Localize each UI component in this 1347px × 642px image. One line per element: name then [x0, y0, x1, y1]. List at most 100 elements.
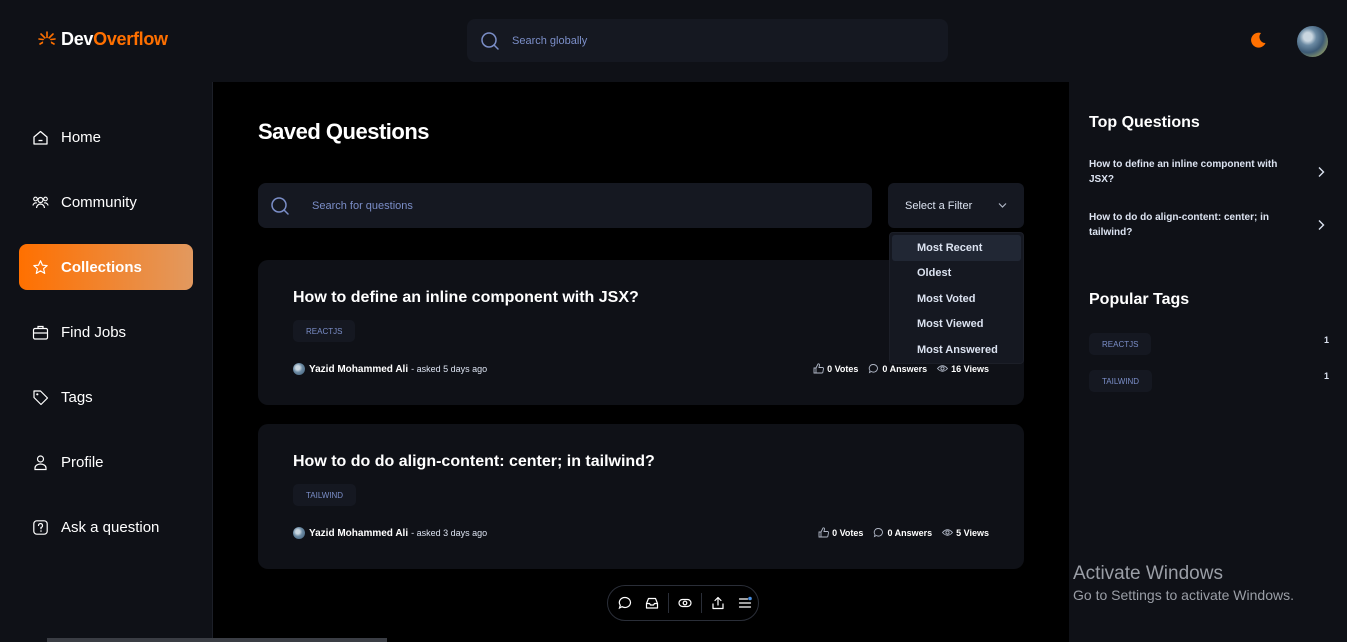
chevron-right-icon[interactable]	[1317, 166, 1325, 178]
filter-option-most-voted[interactable]: Most Voted	[892, 286, 1021, 312]
author-avatar	[293, 527, 305, 539]
logo[interactable]: DevOverflow	[37, 29, 168, 50]
sidebar-item-label: Community	[61, 193, 137, 211]
question-title[interactable]: How to do do align-content: center; in t…	[293, 453, 655, 471]
filter-option-most-answered[interactable]: Most Answered	[892, 337, 1021, 363]
watermark-title: Activate Windows	[1073, 563, 1223, 584]
filter-select[interactable]: Select a Filter	[888, 183, 1024, 228]
views-stat: 5 Views	[942, 527, 989, 538]
sidebar-item-label: Tags	[61, 388, 93, 406]
message-icon	[869, 364, 879, 374]
toolbar-divider	[701, 593, 702, 613]
question-tag[interactable]: TAILWIND	[293, 484, 357, 506]
author-name: Yazid Mohammed Ali	[309, 363, 409, 375]
logo-text: DevOverflow	[61, 29, 168, 50]
search-icon	[271, 196, 289, 215]
question-search-placeholder: Search for questions	[312, 199, 413, 212]
inbox-icon[interactable]	[645, 596, 659, 610]
views-count: 5 Views	[956, 527, 989, 538]
author-avatar	[293, 363, 305, 375]
home-icon	[33, 130, 48, 145]
filter-select-label: Select a Filter	[905, 199, 973, 212]
sidebar-item-label: Home	[61, 128, 102, 146]
sidebar-item-find-jobs[interactable]: Find Jobs	[19, 309, 193, 355]
sidebar-item-label: Ask a question	[61, 518, 160, 536]
toolbar-divider	[668, 593, 669, 613]
chevron-right-icon[interactable]	[1317, 219, 1325, 231]
views-count: 16 Views	[951, 363, 989, 374]
question-author[interactable]: Yazid Mohammed Ali - asked 5 days ago	[293, 363, 487, 375]
votes-stat: 0 Votes	[818, 527, 863, 538]
user-icon	[34, 454, 47, 470]
filter-dropdown-menu: Most Recent Oldest Most Voted Most Viewe…	[889, 232, 1024, 364]
eye-icon	[937, 365, 949, 372]
left-sidebar: Home Community Collections Find Jobs Tag…	[0, 82, 213, 642]
question-stats: 0 Votes 0 Answers 5 Views	[818, 527, 989, 538]
sidebar-item-ask-question[interactable]: Ask a question	[19, 504, 193, 550]
taskbar-edge	[47, 638, 387, 642]
question-title[interactable]: How to define an inline component with J…	[293, 289, 639, 307]
sidebar-item-profile[interactable]: Profile	[19, 439, 193, 485]
top-question-link[interactable]: How to do do align-content: center; in t…	[1089, 210, 1289, 240]
asked-time: - asked 3 days ago	[411, 528, 488, 538]
user-avatar[interactable]	[1297, 26, 1328, 57]
toggle-icon[interactable]	[678, 596, 692, 610]
page-title: Saved Questions	[258, 119, 430, 144]
author-name: Yazid Mohammed Ali	[309, 527, 409, 539]
eye-icon	[942, 529, 954, 536]
sidebar-item-label: Find Jobs	[61, 323, 127, 341]
popular-tag-count: 1	[1324, 335, 1330, 345]
question-card[interactable]: How to do do align-content: center; in t…	[258, 424, 1024, 569]
chevron-down-icon	[998, 203, 1007, 208]
thumbs-up-icon	[818, 527, 830, 538]
share-icon[interactable]	[711, 596, 725, 610]
question-search-input[interactable]: Search for questions	[258, 183, 872, 228]
filter-option-most-recent[interactable]: Most Recent	[892, 235, 1021, 261]
votes-stat: 0 Votes	[813, 363, 858, 374]
filter-option-most-viewed[interactable]: Most Viewed	[892, 312, 1021, 338]
answers-stat: 0 Answers	[868, 363, 927, 374]
sidebar-item-home[interactable]: Home	[19, 114, 193, 160]
popular-tag-count: 1	[1324, 371, 1330, 381]
message-icon	[874, 528, 884, 538]
comment-icon[interactable]	[618, 596, 632, 610]
menu-icon[interactable]	[738, 596, 752, 610]
watermark-subtitle: Go to Settings to activate Windows.	[1073, 587, 1294, 603]
answers-count: 0 Answers	[887, 527, 933, 538]
question-stats: 0 Votes 0 Answers 16 Views	[813, 363, 989, 374]
windows-activation-watermark: Activate Windows Go to Settings to activ…	[1073, 563, 1294, 603]
question-tag[interactable]: REACTJS	[293, 320, 356, 342]
suitcase-icon	[32, 325, 49, 340]
filter-option-oldest[interactable]: Oldest	[892, 261, 1021, 287]
sidebar-item-label: Profile	[61, 453, 104, 471]
tag-icon	[33, 389, 49, 405]
question-author[interactable]: Yazid Mohammed Ali - asked 3 days ago	[293, 527, 487, 539]
moon-icon[interactable]	[1249, 31, 1267, 49]
popular-tag[interactable]: REACTJS	[1089, 333, 1152, 355]
users-icon	[32, 196, 49, 208]
votes-count: 0 Votes	[832, 527, 864, 538]
star-icon	[33, 259, 48, 274]
top-questions-heading: Top Questions	[1089, 114, 1200, 131]
sidebar-item-community[interactable]: Community	[19, 179, 193, 225]
logo-prefix: Dev	[61, 29, 94, 49]
sidebar-item-label: Collections	[61, 258, 142, 276]
popular-tag[interactable]: TAILWIND	[1089, 370, 1153, 392]
top-question-link[interactable]: How to define an inline component with J…	[1089, 157, 1289, 187]
question-icon	[33, 519, 48, 535]
global-search-placeholder: Search globally	[512, 34, 588, 47]
sidebar-item-tags[interactable]: Tags	[19, 374, 193, 420]
top-navbar: DevOverflow Search globally	[0, 0, 1347, 82]
right-sidebar: Top Questions How to define an inline co…	[1069, 82, 1347, 642]
thumbs-up-icon	[813, 363, 825, 374]
asked-time: - asked 5 days ago	[411, 364, 488, 374]
logo-burst-icon	[38, 30, 56, 46]
answers-stat: 0 Answers	[873, 527, 932, 538]
sidebar-item-collections[interactable]: Collections	[19, 244, 193, 290]
global-search-input[interactable]: Search globally	[467, 19, 948, 62]
search-icon	[481, 31, 499, 50]
floating-toolbar	[607, 585, 759, 621]
logo-suffix: Overflow	[93, 29, 168, 49]
popular-tags-heading: Popular Tags	[1089, 291, 1190, 308]
votes-count: 0 Votes	[827, 363, 859, 374]
